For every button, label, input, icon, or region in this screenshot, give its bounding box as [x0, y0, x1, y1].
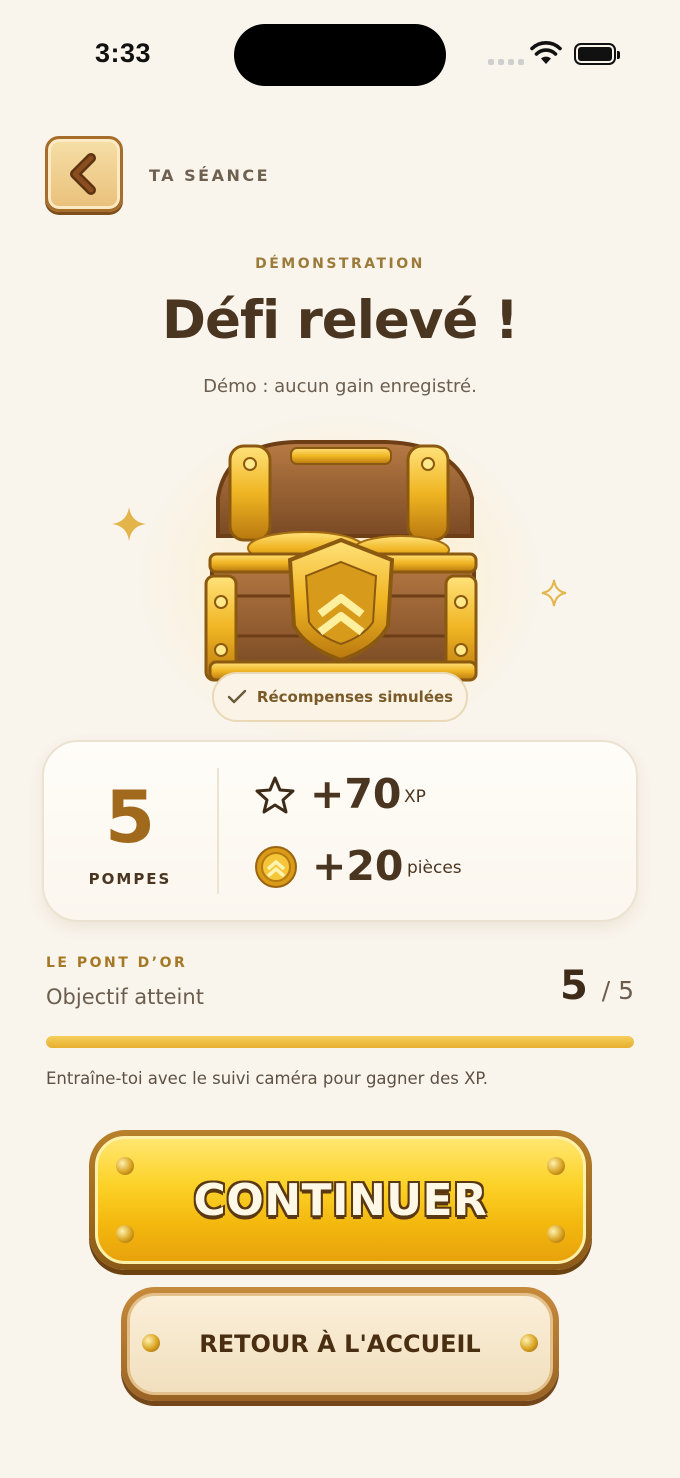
- home-button[interactable]: RETOUR À L'ACCUEIL: [121, 1287, 559, 1401]
- continue-button-label: CONTINUER: [193, 1174, 488, 1226]
- rivet: [547, 1157, 565, 1175]
- chevron-left-icon: [70, 153, 96, 195]
- home-button-face[interactable]: RETOUR À L'ACCUEIL: [127, 1293, 553, 1395]
- page-subtitle: Démo : aucun gain enregistré.: [203, 376, 477, 397]
- rivet: [547, 1225, 565, 1243]
- reps-label: POMPES: [88, 870, 172, 888]
- sparkle-icon: [540, 578, 568, 612]
- coin-icon: [254, 845, 298, 893]
- quest-status: Objectif atteint: [46, 985, 204, 1009]
- sparkle-icon: [110, 505, 148, 547]
- quest-progress-fill: [46, 1036, 634, 1048]
- home-button-label: RETOUR À L'ACCUEIL: [199, 1330, 481, 1358]
- rivet: [142, 1334, 160, 1352]
- page-title: Défi relevé !: [162, 290, 519, 351]
- header-label: TA SÉANCE: [149, 166, 271, 185]
- rivet: [520, 1334, 538, 1352]
- quest-current: 5: [559, 963, 588, 1009]
- coins-unit: pièces: [407, 858, 462, 878]
- continue-button-face[interactable]: CONTINUER: [95, 1136, 586, 1264]
- card-divider: [217, 768, 219, 894]
- battery-icon: [574, 43, 620, 65]
- back-button[interactable]: [45, 136, 123, 212]
- xp-value: +70: [310, 770, 402, 818]
- quest-total: / 5: [601, 976, 634, 1005]
- status-time: 3:33: [95, 38, 152, 68]
- rivet: [116, 1157, 134, 1175]
- demo-eyebrow: DÉMONSTRATION: [255, 256, 425, 272]
- badge-label: Récompenses simulées: [256, 688, 454, 706]
- reps-count: 5: [104, 775, 156, 859]
- quest-progress-bar: [46, 1036, 634, 1048]
- xp-unit: XP: [404, 787, 426, 807]
- wifi-icon: [530, 40, 562, 70]
- quest-counter: 5 / 5: [560, 963, 634, 1009]
- cellular-signal-icon: [488, 59, 524, 65]
- treasure-chest-icon: [196, 436, 486, 690]
- coins-value: +20: [312, 842, 404, 890]
- quest-name: LE PONT D’OR: [46, 955, 188, 971]
- simulated-rewards-badge: Récompenses simulées: [212, 672, 468, 722]
- continue-button[interactable]: CONTINUER: [89, 1130, 592, 1270]
- check-icon: [227, 689, 247, 704]
- hint-text: Entraîne-toi avec le suivi caméra pour g…: [46, 1069, 489, 1088]
- dynamic-island: [234, 24, 446, 86]
- star-icon: [254, 775, 296, 819]
- rivet: [116, 1225, 134, 1243]
